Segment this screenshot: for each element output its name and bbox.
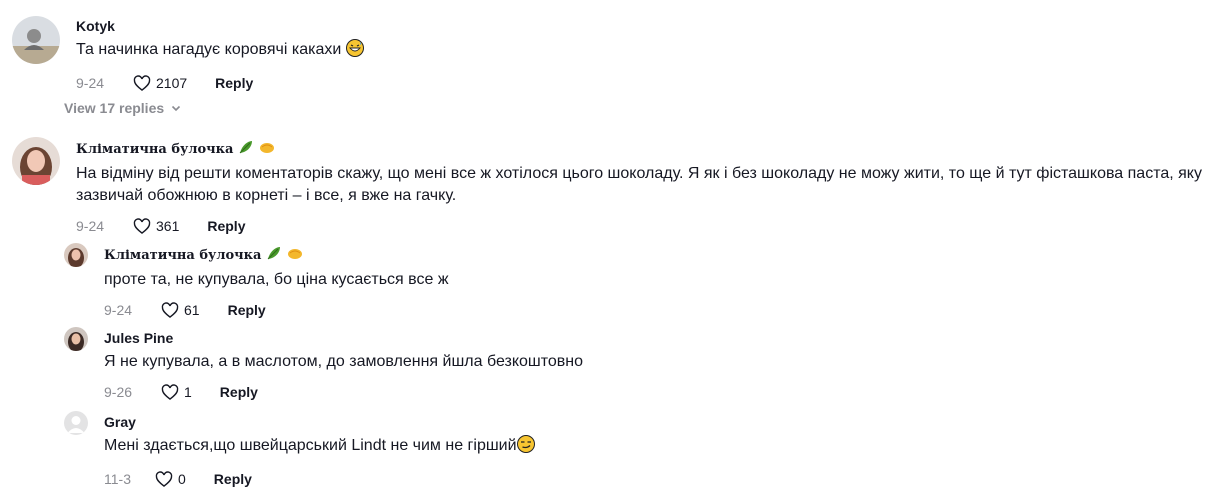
reply-meta: 11-3 0 Reply [104,469,1104,489]
reply-button[interactable]: Reply [215,74,253,92]
reply-date: 9-24 [104,302,133,318]
comment-date: 9-24 [76,218,105,234]
reply-button[interactable]: Reply [228,301,266,319]
reply-text-body: Мені здається,що швейцарський Lindt не ч… [104,437,517,454]
reply-text: Я не купувала, а в маслотом, до замовлен… [104,353,584,370]
avatar[interactable] [12,137,60,185]
like-button[interactable]: 0 [154,469,214,489]
like-button[interactable]: 361 [132,216,207,236]
view-replies-label: View 17 replies [64,100,165,116]
reply-username[interactable]: Jules Pine [104,329,1104,347]
avatar[interactable] [64,327,88,351]
avatar[interactable] [12,16,60,64]
comment-date: 9-24 [76,75,105,91]
comment-text: Та начинка нагадує коровячі какахи [76,39,1196,64]
heart-icon [155,471,173,487]
reply-button[interactable]: Reply [207,217,245,235]
reply-text: Мені здається,що швейцарський Lindt не ч… [104,435,1104,460]
like-button[interactable]: 1 [160,382,220,402]
heart-icon [133,75,151,91]
leaf-icon [239,141,253,154]
reply-button[interactable]: Reply [214,470,252,488]
like-count: 61 [184,302,200,318]
reply-meta: 9-24 61 Reply [104,300,1104,320]
smirk-emoji-icon [516,435,535,460]
avatar[interactable] [64,243,88,267]
like-button[interactable]: 2107 [132,73,215,93]
mango-icon [259,143,274,153]
like-count: 361 [156,218,180,234]
reply-date: 9-26 [104,384,133,400]
comment-username[interactable]: Kotyk [76,17,1196,35]
leaf-icon [267,247,281,260]
chevron-down-icon [172,105,181,112]
reply-button[interactable]: Reply [220,383,258,401]
heart-icon [161,302,179,318]
heart-icon [133,218,151,234]
grinning-sweat-emoji-icon [345,39,364,64]
view-replies-button[interactable]: View 17 replies [64,100,182,116]
like-count: 0 [178,471,186,487]
reply-date: 11-3 [104,471,131,487]
like-button[interactable]: 61 [160,300,228,320]
comment-username-text: Кліматична булочка [76,142,234,157]
comment-text-body: Та начинка нагадує коровячі какахи [76,41,342,58]
like-count: 1 [184,384,192,400]
reply-username-text: Кліматична булочка [104,248,262,263]
comment-meta: 9-24 2107 Reply [76,73,1196,93]
reply-text: проте та, не купувала, бо ціна кусається… [104,271,449,288]
reply-username[interactable]: Кліматична булочка [104,245,1104,265]
mango-icon [287,249,302,259]
comment-text: На відміну від решти коментаторів скажу,… [76,165,1202,204]
heart-icon [161,384,179,400]
like-count: 2107 [156,75,188,91]
reply-meta: 9-26 1 Reply [104,382,1104,402]
avatar[interactable] [64,411,88,435]
reply-username[interactable]: Gray [104,413,1104,431]
comment-username[interactable]: Кліматична булочка [76,139,1206,159]
comment-meta: 9-24 361 Reply [76,216,1206,236]
